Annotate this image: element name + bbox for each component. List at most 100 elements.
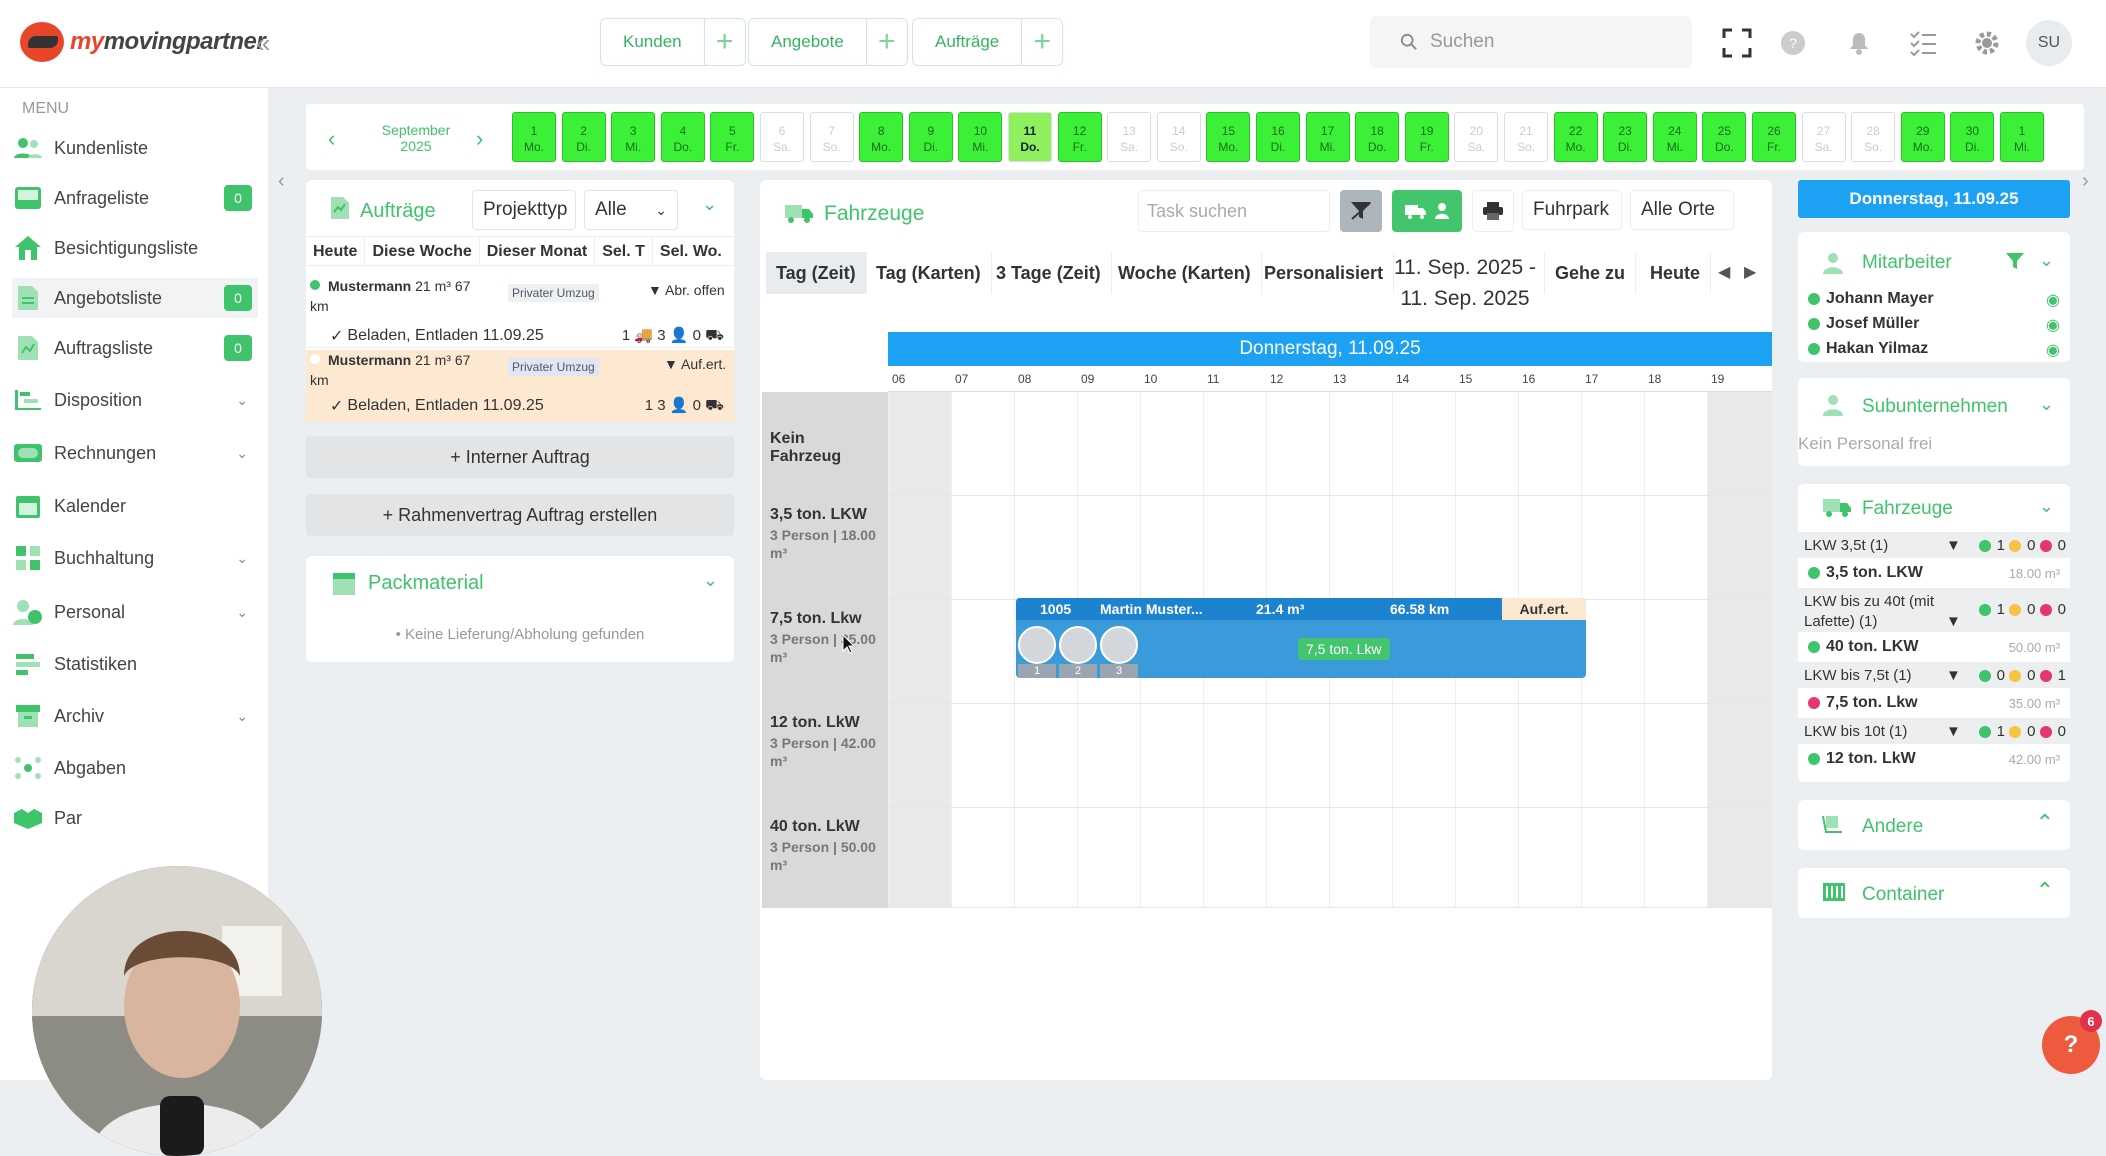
day-cell[interactable]: 16 Di. <box>1256 112 1300 162</box>
gehe-zu-button[interactable]: Gehe zu <box>1544 252 1637 294</box>
day-cell[interactable]: 5 Fr. <box>710 112 755 162</box>
day-cell[interactable]: 7 So. <box>809 112 854 162</box>
user-avatar[interactable]: SU <box>2026 20 2072 66</box>
search-input[interactable]: Suchen <box>1370 16 1692 68</box>
sidebar-item-besichtigungsliste[interactable]: Besichtigungsliste <box>12 228 258 268</box>
employee-avatar[interactable] <box>1100 626 1138 664</box>
help-circle-icon[interactable]: ? <box>1776 26 1810 60</box>
vehicle-group-header[interactable]: LKW bis 10t (1) ▼ 1 0 0 <box>1798 718 2070 744</box>
print-icon[interactable] <box>1472 190 1514 232</box>
interner-auftrag-button[interactable]: + Interner Auftrag <box>306 436 734 478</box>
day-cell[interactable]: 9 Di. <box>908 112 953 162</box>
day-cell[interactable]: 10 Mi. <box>958 112 1003 162</box>
projekttyp-select[interactable]: Projekttyp <box>472 190 576 230</box>
day-cell[interactable]: 24 Mi. <box>1652 112 1697 162</box>
tab-sel-wo[interactable]: Sel. Wo. <box>653 237 729 265</box>
day-cell[interactable]: 15 Mo. <box>1206 112 1251 162</box>
employee-item[interactable]: Hakan Yilmaz ◉ <box>1808 340 2060 360</box>
task-search-input[interactable]: Task suchen <box>1138 190 1330 232</box>
add-kunde-plus-icon[interactable]: + <box>705 19 745 65</box>
checklist-icon[interactable] <box>1906 26 1940 60</box>
eye-icon[interactable]: ◉ <box>2046 340 2060 360</box>
order-row[interactable]: Mustermann 21 m³ 67 km Privater Umzug ▼ … <box>306 276 734 328</box>
collapse-sidebar-icon[interactable]: « <box>256 28 270 59</box>
vehicle-group-header[interactable]: LKW bis 7,5t (1) ▼ 0 0 1 <box>1798 662 2070 688</box>
day-cell[interactable]: 23 Di. <box>1603 112 1648 162</box>
view-3-tage-zeit[interactable]: 3 Tage (Zeit) <box>986 252 1112 294</box>
tab-dieser-monat[interactable]: Dieser Monat <box>480 237 596 265</box>
day-cell[interactable]: 1 Mi. <box>2000 112 2044 162</box>
day-cell[interactable]: 25 Do. <box>1702 112 1747 162</box>
add-auftrag-plus-icon[interactable]: + <box>1022 19 1062 65</box>
sidebar-item-partner[interactable]: Par <box>12 798 258 838</box>
kunden-button[interactable]: Kunden <box>601 19 705 65</box>
chevron-down-icon[interactable]: ⌄ <box>703 570 718 591</box>
gear-icon[interactable] <box>1970 26 2004 60</box>
day-cell[interactable]: 12 Fr. <box>1057 112 1102 162</box>
day-cell[interactable]: 11 Do. <box>1008 112 1052 162</box>
sidebar-item-archiv[interactable]: Archiv ⌄ <box>12 696 258 736</box>
order-task-row[interactable]: ✓ Beladen, Entladen 11.09.25 1 🚚 3 👤 0 ⛟ <box>306 324 734 348</box>
add-angebot-plus-icon[interactable]: + <box>867 19 907 65</box>
chevron-up-icon[interactable]: ⌃ <box>2036 878 2054 904</box>
vehicle-row[interactable] <box>888 392 1772 496</box>
sidebar-item-personal[interactable]: Personal ⌄ <box>12 592 258 632</box>
day-cell[interactable]: 29 Mo. <box>1900 112 1945 162</box>
view-tag-karten[interactable]: Tag (Karten) <box>866 252 992 294</box>
vehicle-item[interactable]: 7,5 ton. Lkw 35.00 m³ <box>1798 690 2070 716</box>
day-cell[interactable]: 6 Sa. <box>760 112 804 162</box>
vehicle-row[interactable] <box>888 496 1772 600</box>
sidebar-item-rechnungen[interactable]: Rechnungen ⌄ <box>12 433 258 473</box>
employee-avatar[interactable] <box>1018 626 1056 664</box>
chevron-up-icon[interactable]: ⌃ <box>2036 810 2054 836</box>
tab-heute[interactable]: Heute <box>306 237 366 265</box>
day-cell[interactable]: 13 Sa. <box>1107 112 1152 162</box>
vehicle-person-toggle[interactable] <box>1392 190 1462 232</box>
day-cell[interactable]: 4 Do. <box>660 112 705 162</box>
day-cell[interactable]: 26 Fr. <box>1752 112 1796 162</box>
day-cell[interactable]: 14 So. <box>1156 112 1201 162</box>
andere-panel[interactable]: Andere ⌃ <box>1798 800 2070 850</box>
rahmenvertrag-button[interactable]: + Rahmenvertrag Auftrag erstellen <box>306 494 734 536</box>
day-cell[interactable]: 21 So. <box>1504 112 1548 162</box>
day-cell[interactable]: 27 Sa. <box>1801 112 1846 162</box>
chevron-down-icon[interactable]: ⌄ <box>702 194 717 215</box>
employee-item[interactable]: Johann Mayer ◉ <box>1808 290 2060 310</box>
day-cell[interactable]: 28 So. <box>1851 112 1896 162</box>
day-cell[interactable]: 2 Di. <box>561 112 606 162</box>
prev-month-icon[interactable]: ‹ <box>328 126 335 152</box>
view-personalisiert[interactable]: Personalisiert <box>1254 252 1395 294</box>
eye-icon[interactable]: ◉ <box>2046 290 2060 310</box>
tab-diese-woche[interactable]: Diese Woche <box>365 237 480 265</box>
vehicle-row[interactable] <box>888 704 1772 808</box>
day-cell[interactable]: 1 Mo. <box>512 112 556 162</box>
day-cell[interactable]: 22 Mo. <box>1553 112 1598 162</box>
day-cell[interactable]: 17 Mi. <box>1305 112 1350 162</box>
sidebar-item-kalender[interactable]: Kalender <box>12 486 258 526</box>
collapse-right-panel-icon[interactable]: › <box>2082 170 2089 193</box>
bell-icon[interactable] <box>1842 26 1876 60</box>
angebote-button[interactable]: Angebote <box>749 19 867 65</box>
app-logo[interactable]: mymovingpartner <box>20 22 266 62</box>
fuhrpark-select[interactable]: Fuhrpark <box>1522 190 1622 230</box>
sidebar-item-auftragsliste[interactable]: Auftragsliste 0 <box>12 328 258 368</box>
sidebar-item-statistiken[interactable]: Statistiken <box>12 644 258 684</box>
day-cell[interactable]: 18 Do. <box>1355 112 1400 162</box>
collapse-left-panel-icon[interactable]: ‹ <box>278 170 285 193</box>
vehicle-item[interactable]: 12 ton. LkW 42.00 m³ <box>1798 746 2070 772</box>
sidebar-item-angebotsliste[interactable]: Angebotsliste 0 <box>12 278 258 318</box>
help-chat-button[interactable]: ? 6 <box>2042 1010 2102 1074</box>
sidebar-item-buchhaltung[interactable]: Buchhaltung ⌄ <box>12 538 258 578</box>
fullscreen-icon[interactable] <box>1720 26 1754 60</box>
auftraege-button[interactable]: Aufträge <box>913 19 1023 65</box>
day-cell[interactable]: 30 Di. <box>1950 112 1995 162</box>
order-task-row[interactable]: ✓ Beladen, Entladen 11.09.25 1 3 👤 0 ⛟ <box>306 394 734 418</box>
container-panel[interactable]: Container ⌃ <box>1798 868 2070 918</box>
chevron-down-icon[interactable]: ⌄ <box>2039 250 2054 271</box>
order-row[interactable]: Mustermann 21 m³ 67 km Privater Umzug ▼ … <box>306 350 734 422</box>
prev-day-icon[interactable]: ◀ <box>1718 262 1730 282</box>
next-month-icon[interactable]: › <box>476 126 483 152</box>
day-cell[interactable]: 3 Mi. <box>611 112 656 162</box>
sidebar-item-kundenliste[interactable]: Kundenliste <box>12 128 258 168</box>
view-tag-zeit[interactable]: Tag (Zeit) <box>766 252 867 294</box>
